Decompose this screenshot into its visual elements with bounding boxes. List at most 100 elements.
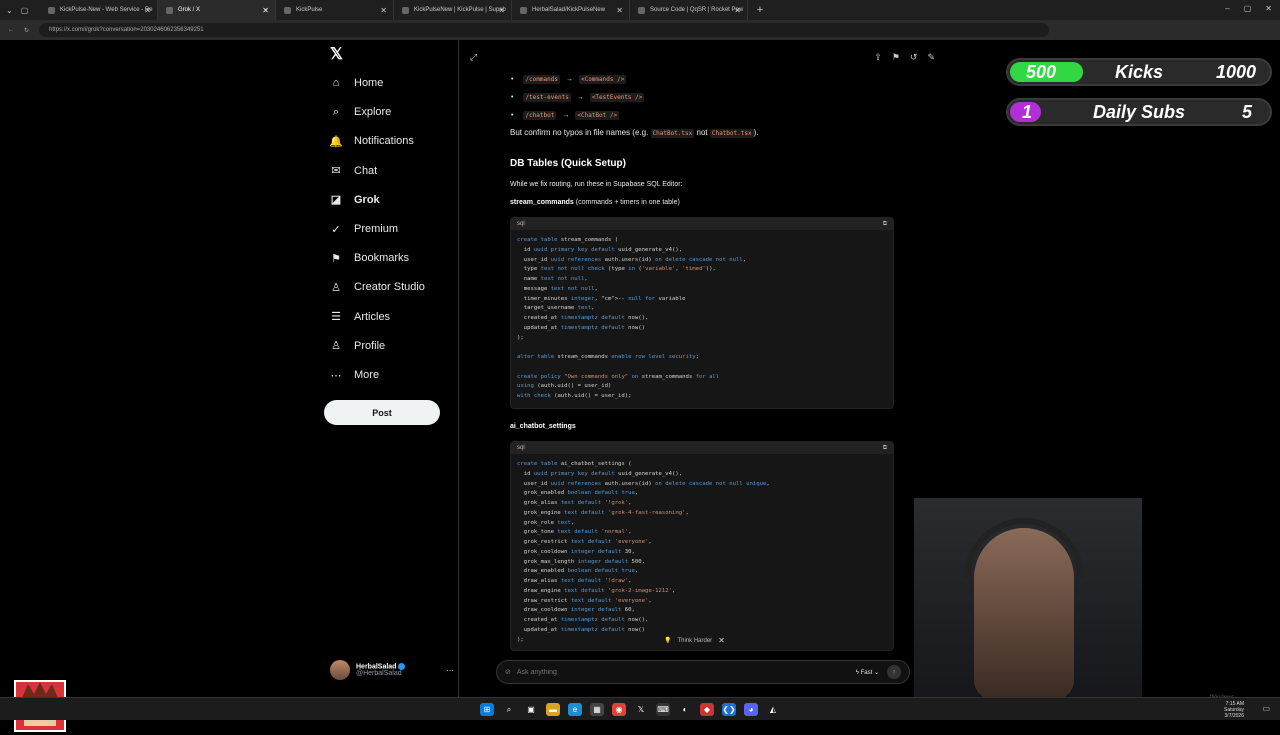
sidebar-item-more[interactable]: ⋯ More xyxy=(330,366,380,384)
avatar xyxy=(330,660,350,680)
copy-icon[interactable]: ⧉ xyxy=(883,445,887,452)
sidebar-item-creator-studio[interactable]: ♙ Creator Studio xyxy=(330,278,425,296)
edge-icon[interactable]: e xyxy=(568,703,582,716)
post-button[interactable]: Post xyxy=(324,400,440,425)
notification-icon[interactable]: ▭ xyxy=(1262,704,1270,713)
section-heading: DB Tables (Quick Setup) xyxy=(510,158,626,169)
favicon-icon xyxy=(520,6,527,14)
close-tab-icon[interactable]: ✕ xyxy=(734,6,741,15)
maximize-icon[interactable]: ▢ xyxy=(1244,4,1252,13)
grok-composer: ⊘ ϟ Fast ⌄ ↑ xyxy=(496,660,910,684)
browser-tab[interactable]: KickPulse ✕ xyxy=(276,0,394,20)
close-window-icon[interactable]: ✕ xyxy=(1265,4,1272,13)
close-icon[interactable]: ✕ xyxy=(718,636,725,645)
sidebar-item-label: Profile xyxy=(354,339,386,352)
browser-tab[interactable]: KickPulseNew | KickPulse | Supab ✕ xyxy=(394,0,512,20)
ask-input[interactable] xyxy=(516,668,856,676)
browser-tab[interactable]: HerbalSalad/KickPulseNew ✕ xyxy=(512,0,630,20)
route-list: /commands → <Commands /> /test-events → <Test… xyxy=(511,70,645,124)
x-logo-icon[interactable]: 𝕏 xyxy=(330,44,343,64)
app-icon[interactable]: ◆ xyxy=(700,703,714,716)
sidebar-item-chat[interactable]: ✉ Chat xyxy=(330,162,377,180)
windows-start-icon[interactable]: ⊞ xyxy=(480,703,494,716)
attach-icon[interactable]: ⊘ xyxy=(505,668,511,676)
app-icon-2[interactable]: ◭ xyxy=(766,703,780,716)
bookmark-icon[interactable]: ⚑ xyxy=(892,52,900,63)
subs-goal: 5 xyxy=(1241,101,1252,122)
search-icon: ⌕ xyxy=(332,105,340,118)
code-body: create table stream_commands ( id uuid p… xyxy=(517,237,747,399)
confirm-post: ). xyxy=(753,128,759,137)
tab-title: KickPulse-New - Web Service - Re xyxy=(60,7,153,13)
sidebar-item-home[interactable]: ⌂ Home xyxy=(330,74,384,92)
send-icon[interactable]: ↑ xyxy=(887,665,901,679)
close-tab-icon[interactable]: ✕ xyxy=(380,6,387,15)
verified-icon xyxy=(398,662,406,670)
back-icon[interactable]: ← xyxy=(8,27,14,33)
x-app-icon[interactable]: 𝕏 xyxy=(634,703,648,716)
close-tab-icon[interactable]: ✕ xyxy=(498,6,505,15)
close-tab-icon[interactable]: ✕ xyxy=(616,6,623,15)
sidebar-item-label: Premium xyxy=(354,223,399,235)
close-tab-icon[interactable]: ✕ xyxy=(144,6,151,15)
terminal-icon[interactable]: ⌨ xyxy=(656,703,670,716)
history-icon[interactable]: ↺ xyxy=(910,52,918,63)
kicks-goal-bar: 500 Kicks 1000 xyxy=(1006,58,1272,86)
code-header: sql ⧉ xyxy=(511,442,893,454)
confirm-file-a: ChatBot.tsx xyxy=(650,129,695,138)
discord-icon[interactable]: ◕ xyxy=(744,703,758,716)
arrow-icon: → xyxy=(576,93,584,101)
tab-controls: ⌄ ▢ xyxy=(0,6,40,15)
think-harder-chip[interactable]: 💡 Think Harder ✕ xyxy=(664,636,725,645)
share-icon[interactable]: ⇪ xyxy=(874,52,882,63)
webcam-feed xyxy=(914,498,1142,700)
sidebar-item-explore[interactable]: ⌕ Explore xyxy=(330,103,391,121)
sidebar-item-grok[interactable]: ◪ Grok xyxy=(330,191,380,209)
sidebar-item-label: Chat xyxy=(354,164,378,177)
account-text: HerbalSalad @HerbalSalad xyxy=(356,662,406,677)
search-icon[interactable]: ⌕ xyxy=(502,703,516,716)
expand-icon[interactable]: ⤢ xyxy=(470,52,477,63)
route-component: <ChatBot /> xyxy=(575,110,620,120)
refresh-icon[interactable]: ↻ xyxy=(24,27,29,34)
kicks-goal: 1000 xyxy=(1215,61,1256,82)
task-view-icon[interactable]: ▣ xyxy=(524,703,538,716)
close-tab-icon[interactable]: ✕ xyxy=(262,6,269,15)
sidebar-item-bookmarks[interactable]: ⚑ Bookmarks xyxy=(330,249,409,267)
route-path: /test-events xyxy=(523,92,571,102)
sidebar-item-profile[interactable]: ♙ Profile xyxy=(330,337,385,355)
chrome-icon[interactable]: ◉ xyxy=(612,703,626,716)
sidebar-item-label: Notifications xyxy=(354,135,414,148)
sidebar-item-label: Articles xyxy=(354,310,391,323)
favicon-icon xyxy=(48,6,55,14)
minimize-icon[interactable]: – xyxy=(1225,4,1229,13)
sidebar-item-notifications[interactable]: 🔔 Notifications xyxy=(329,132,414,150)
tab-group-icon[interactable]: ▢ xyxy=(21,6,29,15)
window-controls: – ▢ ✕ xyxy=(1225,4,1272,13)
steam-icon[interactable]: ◐ xyxy=(678,703,692,716)
browser-tab[interactable]: KickPulse-New - Web Service - Re ✕ xyxy=(40,0,158,20)
code-block-ai-chatbot-settings[interactable]: sql ⧉ create table ai_chatbot_settings (… xyxy=(510,441,894,651)
sidebar-item-articles[interactable]: ☰ Articles xyxy=(330,308,390,326)
account-switcher[interactable]: HerbalSalad @HerbalSalad ⋯ xyxy=(330,660,454,680)
grok-conversation[interactable]: ⤢ ⇪ ⚑ ↺ ✎ /commands → <Commands /> /test-ev… xyxy=(459,40,947,697)
url-field[interactable]: https://x.com/i/grok?conversation=203024… xyxy=(39,23,1050,37)
tab-menu-icon[interactable]: ⌄ xyxy=(6,6,13,15)
vscode-icon[interactable]: ❮❯ xyxy=(722,703,736,716)
store-icon[interactable]: ▦ xyxy=(590,703,604,716)
new-tab-button[interactable]: + xyxy=(748,4,772,16)
account-more-icon[interactable]: ⋯ xyxy=(446,666,454,675)
code-block-stream-commands[interactable]: sql ⧉ create table stream_commands ( id … xyxy=(510,217,894,409)
code-header: sql ⧉ xyxy=(511,218,893,230)
confirm-pre: But confirm no typos in file names (e.g. xyxy=(510,128,651,137)
browser-tab[interactable]: Source Code | QqSR | Rocket Pow ✕ xyxy=(630,0,748,20)
system-clock[interactable]: 7:15 AM Saturday 3/7/2026 xyxy=(1224,701,1244,719)
mode-selector[interactable]: ϟ Fast ⌄ xyxy=(856,669,879,676)
file-explorer-icon[interactable]: ▬ xyxy=(546,703,560,716)
intro-text: While we fix routing, run these in Supab… xyxy=(510,181,683,188)
copy-icon[interactable]: ⧉ xyxy=(883,221,887,228)
favicon-icon xyxy=(402,6,409,14)
edit-icon[interactable]: ✎ xyxy=(927,52,935,63)
sidebar-item-premium[interactable]: ✓ Premium xyxy=(330,220,398,238)
browser-tab[interactable]: Grok / X ✕ xyxy=(158,0,276,20)
